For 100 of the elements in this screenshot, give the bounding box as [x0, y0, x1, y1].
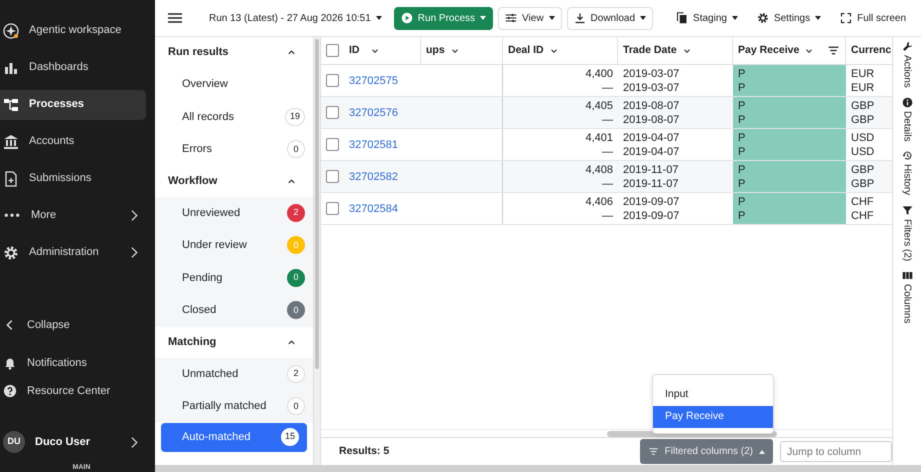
- nav-item[interactable]: Processes: [0, 90, 146, 120]
- table-cell-text: CHF: [851, 208, 875, 222]
- table-row[interactable]: 32702575 4,400 — 2019-03-07 2019-03-07 P P EUR EUR: [321, 65, 892, 97]
- table-cell-text: CHF: [851, 194, 875, 208]
- rail-label: History: [900, 164, 914, 196]
- row-checkbox[interactable]: [326, 170, 339, 183]
- column-header[interactable]: Deal ID: [503, 37, 618, 64]
- settings-icon: [3, 244, 19, 260]
- table-cell: —: [602, 112, 613, 126]
- table-row[interactable]: 32702582 4,408 — 2019-11-07 2019-11-07 P P GBP GBP: [321, 161, 892, 193]
- nav-item[interactable]: Submissions: [0, 164, 146, 194]
- table-row[interactable]: 32702581 4,401 — 2019-04-07 2019-04-07 P P USD USD: [321, 129, 892, 161]
- column-title: ID: [349, 42, 360, 58]
- rail-tab[interactable]: Actions: [900, 41, 914, 88]
- section-header[interactable]: Workflow: [155, 166, 313, 196]
- table-cell-text: 2019-11-07: [623, 162, 680, 176]
- section-title: Matching: [168, 334, 216, 350]
- more-icon: [4, 213, 20, 218]
- table-cell-text: 2019-04-07: [623, 144, 680, 158]
- table-cell: —: [602, 80, 613, 94]
- panel-label: Partially matched: [182, 399, 266, 414]
- nav-label: Administration: [29, 245, 99, 260]
- column-header[interactable]: Currenc: [846, 37, 892, 64]
- table-cell-text: 2019-08-07: [623, 98, 680, 112]
- section-header[interactable]: Run results: [155, 37, 313, 68]
- rail-label: Details: [900, 110, 914, 142]
- panel-item[interactable]: Overview: [155, 68, 313, 100]
- panel-label: Overview: [182, 77, 228, 92]
- panel-label: All records: [182, 110, 234, 124]
- panel-item[interactable]: Errors 0: [155, 133, 313, 166]
- table-cell-text: P: [738, 130, 746, 144]
- nav-item[interactable]: Administration: [0, 238, 146, 268]
- panel-item[interactable]: Closed 0: [155, 294, 313, 326]
- history-icon: [902, 150, 912, 162]
- table-cell-text: 2019-04-07: [623, 130, 680, 144]
- count-badge: 0: [287, 301, 305, 320]
- nav-item[interactable]: Resource Center: [0, 381, 146, 401]
- record-link[interactable]: 32702575: [349, 74, 398, 88]
- download-button[interactable]: Download: [566, 6, 654, 30]
- nav-item[interactable]: Dashboards: [0, 52, 146, 82]
- view-button[interactable]: View: [498, 6, 562, 30]
- panel-item[interactable]: Partially matched 0: [155, 390, 313, 422]
- row-checkbox[interactable]: [326, 202, 339, 215]
- panel-item[interactable]: Unreviewed 2: [155, 196, 313, 229]
- table-cell-text: P: [738, 80, 746, 94]
- count-badge: 0: [287, 397, 305, 416]
- panel-item[interactable]: Auto-matched 15: [161, 422, 307, 452]
- record-link[interactable]: 32702582: [349, 170, 398, 184]
- table-cell-text: P: [738, 176, 746, 190]
- rail-tab[interactable]: Details: [900, 96, 914, 142]
- count-badge: 0: [287, 140, 305, 158]
- run-process-button[interactable]: Run Process: [394, 6, 494, 30]
- record-link[interactable]: 32702584: [349, 202, 398, 216]
- filter-icon: [902, 204, 912, 216]
- wrench-icon: [902, 41, 912, 52]
- table-row[interactable]: 32702584 4,406 — 2019-09-07 2019-09-07 P P CHF CHF: [321, 193, 892, 225]
- column-header[interactable]: ID: [321, 37, 421, 64]
- document-add-icon: [3, 170, 19, 186]
- rail-tab[interactable]: Filters (2): [900, 204, 914, 261]
- table-cell-text: P: [738, 66, 746, 80]
- row-checkbox[interactable]: [326, 74, 339, 87]
- nav-label: Accounts: [29, 134, 74, 150]
- panel-item[interactable]: All records 19: [155, 100, 313, 133]
- menu-item[interactable]: Input: [653, 384, 773, 406]
- filtered-columns-button[interactable]: Filtered columns (2): [640, 439, 773, 464]
- panel-item[interactable]: Pending 0: [155, 262, 313, 294]
- filter-icon: [648, 446, 659, 457]
- table-cell-text: GBP: [851, 112, 876, 126]
- nav-item[interactable]: Agentic workspace: [0, 16, 146, 46]
- section-header[interactable]: Matching: [155, 326, 313, 358]
- row-checkbox[interactable]: [326, 138, 339, 151]
- user-name: Duco User: [35, 434, 90, 450]
- nav-item[interactable]: Notifications: [0, 349, 146, 377]
- bell-icon: [3, 356, 17, 370]
- panel-item[interactable]: Under review 0: [155, 229, 313, 262]
- column-header[interactable]: Pay Receive: [733, 37, 846, 64]
- nav-item[interactable]: More: [0, 200, 146, 230]
- menu-item[interactable]: Pay Receive: [653, 406, 773, 428]
- nav-item[interactable]: Accounts: [0, 126, 146, 156]
- row-checkbox[interactable]: [326, 106, 339, 119]
- user-menu[interactable]: DU Duco User: [0, 427, 146, 457]
- table-cell-text: 2019-09-07: [623, 208, 680, 222]
- copy-icon: [676, 12, 688, 24]
- table-row[interactable]: 32702576 4,405 — 2019-08-07 2019-08-07 P P GBP GBP: [321, 97, 892, 129]
- rail-label: Actions: [900, 55, 914, 88]
- section-title: Workflow: [168, 174, 218, 189]
- record-link[interactable]: 32702576: [349, 106, 398, 120]
- record-link[interactable]: 32702581: [349, 138, 398, 152]
- nav-item[interactable]: Collapse: [0, 311, 146, 339]
- select-all-checkbox[interactable]: [326, 44, 339, 57]
- column-title: Deal ID: [508, 42, 544, 58]
- rail-tab[interactable]: History: [900, 150, 914, 196]
- panel-label: Under review: [182, 238, 247, 253]
- table-cell: —: [602, 144, 613, 158]
- rail-tab[interactable]: Columns: [900, 270, 914, 324]
- jump-to-column-field[interactable]: Jump to column: [780, 441, 892, 462]
- panel-item[interactable]: Unmatched 2: [155, 358, 313, 390]
- column-header[interactable]: Trade Date: [618, 37, 733, 64]
- column-header[interactable]: ups: [421, 37, 503, 64]
- table-cell-text: USD: [851, 144, 876, 158]
